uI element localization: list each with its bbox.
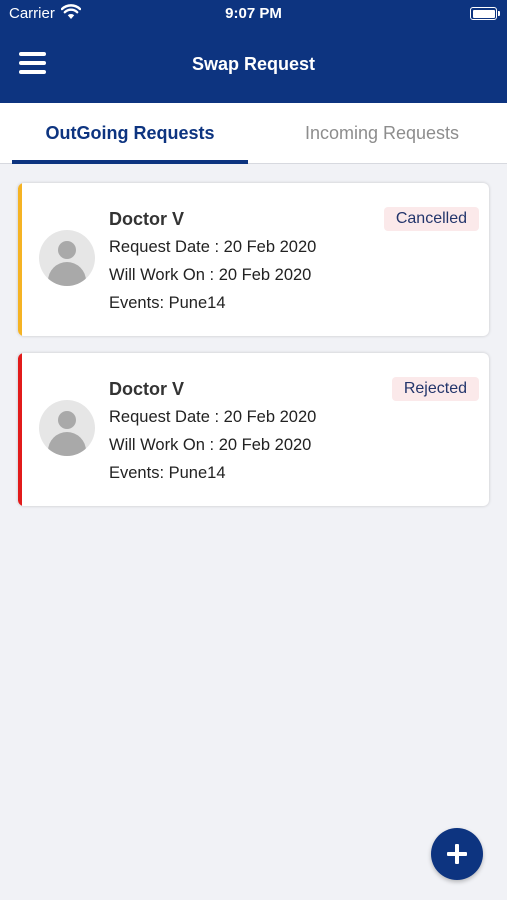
- tab-incoming-requests[interactable]: Incoming Requests: [264, 103, 500, 163]
- events-label: Events: Pune14: [109, 464, 226, 482]
- requester-name: Doctor V: [109, 379, 185, 399]
- status-time: 9:07 PM: [225, 5, 282, 22]
- events-label: Events: Pune14: [109, 294, 226, 312]
- tab-outgoing-requests[interactable]: OutGoing Requests: [12, 103, 248, 164]
- status-badge: Rejected: [391, 377, 479, 401]
- status-badge: Cancelled: [383, 207, 479, 231]
- status-accent-bar: [18, 183, 22, 336]
- app-header: Carrier 9:07 PM Swap Request: [0, 0, 507, 103]
- page-title: Swap Request: [191, 54, 316, 74]
- request-card[interactable]: Doctor V Request Date : 20 Feb 2020 Will…: [18, 183, 489, 336]
- will-work-on-date: Will Work On : 20 Feb 2020: [109, 436, 312, 454]
- request-date: Request Date : 20 Feb 2020: [109, 238, 317, 256]
- avatar: [39, 230, 95, 286]
- status-bar: Carrier 9:07 PM: [0, 0, 507, 28]
- will-work-on-date: Will Work On : 20 Feb 2020: [109, 266, 312, 284]
- status-accent-bar: [18, 353, 22, 506]
- avatar: [39, 400, 95, 456]
- request-tabs: OutGoing Requests Incoming Requests: [0, 103, 507, 164]
- battery-icon: [470, 7, 500, 20]
- requester-name: Doctor V: [109, 209, 185, 229]
- request-date: Request Date : 20 Feb 2020: [109, 408, 317, 426]
- add-request-button[interactable]: [431, 828, 483, 880]
- request-card[interactable]: Doctor V Request Date : 20 Feb 2020 Will…: [18, 353, 489, 506]
